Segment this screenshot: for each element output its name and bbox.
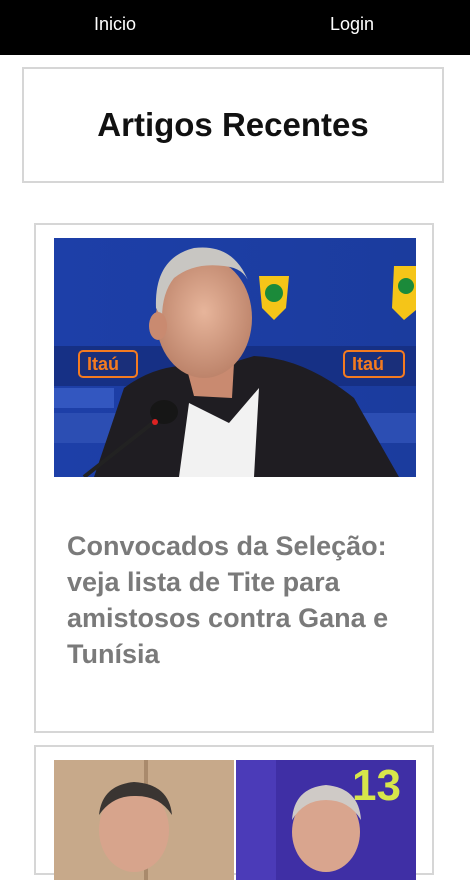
sponsor-banner-text: Itaú: [352, 354, 384, 374]
page-title-box: Artigos Recentes: [22, 67, 444, 183]
article-card[interactable]: Itaú Itaú Convocados da Seleção: veja li…: [34, 223, 434, 733]
top-nav-bar: Inicio Login: [0, 0, 470, 55]
article-headline[interactable]: Convocados da Seleção: veja lista de Tit…: [67, 528, 412, 672]
sponsor-banner-text: Itaú: [87, 354, 119, 374]
page-title: Artigos Recentes: [97, 106, 369, 143]
article-image[interactable]: 13: [54, 760, 416, 880]
article-image[interactable]: Itaú Itaú: [54, 238, 416, 477]
nav-home-link[interactable]: Inicio: [94, 14, 136, 35]
article-card[interactable]: 13: [34, 745, 434, 880]
campaign-number-text: 13: [352, 761, 401, 810]
nav-login-link[interactable]: Login: [330, 14, 374, 35]
